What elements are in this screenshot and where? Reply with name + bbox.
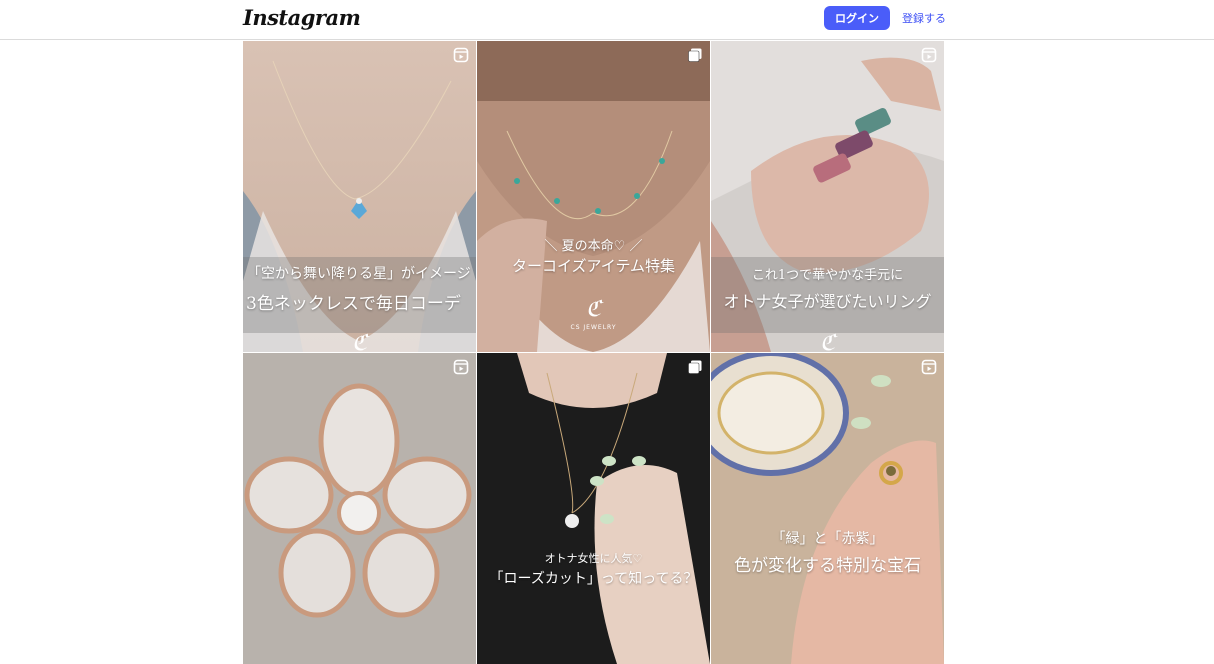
carousel-icon [688,48,702,62]
reel-icon [921,359,937,375]
brand-logo: ℭ [585,297,602,322]
posts-grid: 「空から舞い降りる星」がイメージ 3色ネックレスで毎日コーデ ℭ ＼ 夏の本命♡… [243,41,944,664]
post-tile[interactable]: ＼ 夏の本命♡ ／ ターコイズアイテム特集 ℭ CS JEWELRY [477,41,710,352]
caption-line-2: 「ローズカット」って知ってる？ [489,571,698,587]
signup-link[interactable]: 登録する [902,10,946,26]
top-navigation-bar: Instagram ログイン 登録する [0,0,1214,40]
brand-name: CS JEWELRY [570,324,617,331]
reel-icon [453,47,469,63]
post-tile[interactable]: 「空から舞い降りる星」がイメージ 3色ネックレスで毎日コーデ ℭ [243,41,476,352]
caption-line-2: オトナ女子が選びたいリング [723,292,932,311]
reel-icon [453,359,469,375]
caption-line-2: 色が変化する特別な宝石 [734,556,921,576]
carousel-icon [688,360,702,374]
brand-logo: ℭ [351,331,368,352]
caption-line-1: ＼ 夏の本命♡ ／ [544,239,643,254]
post-tile[interactable] [243,353,476,664]
login-button[interactable]: ログイン [824,6,890,30]
caption-line-1: 「緑」と「赤紫」 [771,531,884,547]
post-tile[interactable]: これ1つで華やかな手元に オトナ女子が選びたいリング ℭ [711,41,944,352]
caption-line-1: これ1つで華やかな手元に [751,268,904,283]
caption-line-1: 「空から舞い降りる星」がイメージ [247,266,471,282]
reel-icon [921,47,937,63]
post-tile[interactable]: オトナ女性に人気♡ 「ローズカット」って知ってる？ [477,353,710,664]
caption-line-2: ターコイズアイテム特集 [511,257,676,275]
post-image [477,353,710,664]
instagram-logo[interactable]: Instagram [243,5,361,30]
post-tile[interactable]: 「緑」と「赤紫」 色が変化する特別な宝石 [711,353,944,664]
post-image [711,353,944,664]
caption-line-1: オトナ女性に人気♡ [544,552,643,565]
caption-line-2: 3色ネックレスで毎日コーデ [246,294,461,314]
brand-logo: ℭ [819,331,836,352]
post-image [243,353,476,664]
